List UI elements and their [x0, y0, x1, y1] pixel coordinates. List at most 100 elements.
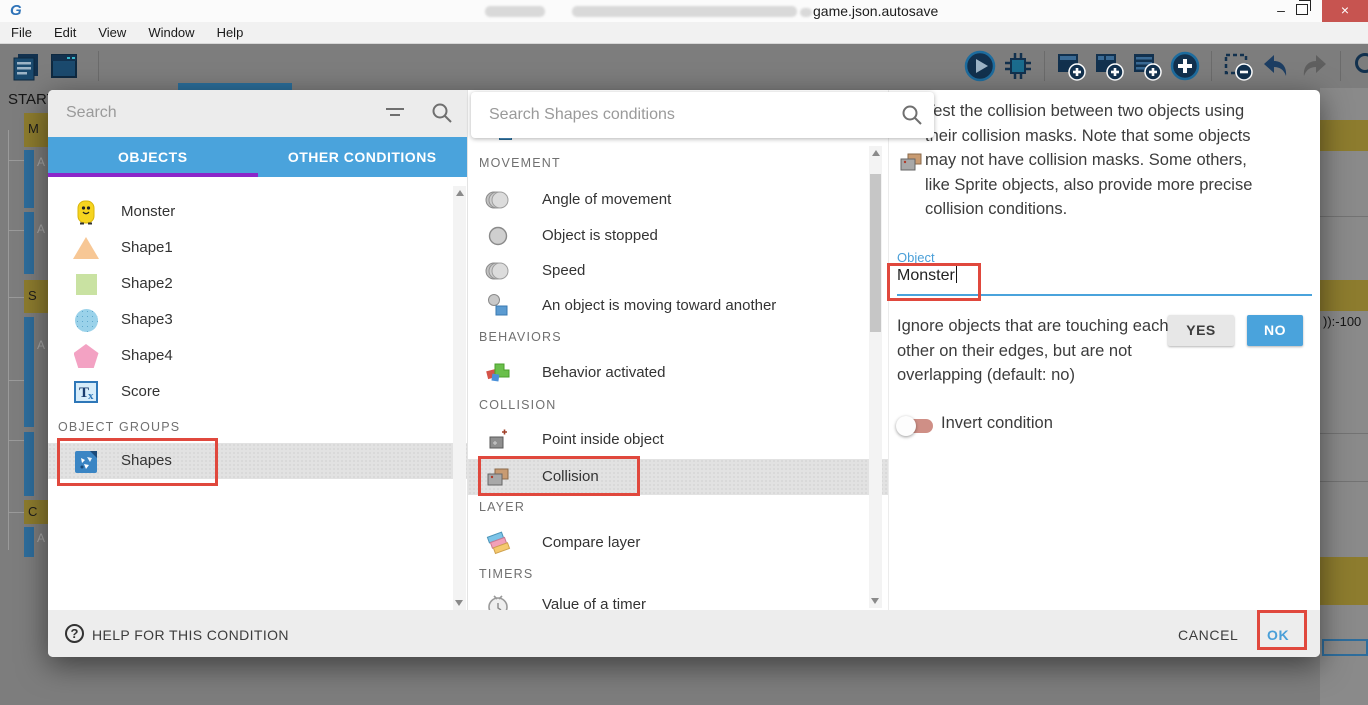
object-moving-toward-icon: [484, 293, 512, 319]
scroll-down-arrow[interactable]: [871, 598, 879, 604]
event-comment-fragment: [1320, 280, 1368, 311]
help-link[interactable]: HELP FOR THIS CONDITION: [92, 627, 289, 643]
scroll-down-arrow[interactable]: [455, 600, 463, 606]
event-row-separator: [1320, 481, 1368, 482]
object-label: Shape1: [121, 239, 173, 256]
object-row-shape1[interactable]: Shape1: [48, 230, 467, 266]
annotation-box-object-field: [887, 263, 981, 301]
event-text-fragment: A: [37, 222, 45, 236]
add-circle-icon[interactable]: [1169, 50, 1201, 82]
object-label: Score: [121, 383, 160, 400]
condition-row-behavior-activated[interactable]: Behavior activated: [468, 355, 888, 391]
object-label: Shape4: [121, 347, 173, 364]
search-icon[interactable]: [901, 104, 923, 126]
event-selected-action-outline: [1322, 639, 1368, 656]
condition-row-compare-layer[interactable]: Compare layer: [468, 525, 888, 561]
restore-button[interactable]: [1296, 4, 1308, 15]
event-row-fragment: [1320, 88, 1368, 120]
redo-icon[interactable]: [1298, 50, 1330, 82]
conditions-search-input[interactable]: [489, 102, 849, 128]
preview-window-icon[interactable]: [48, 50, 80, 82]
scrollbar-thumb[interactable]: [870, 174, 881, 332]
add-subevent-icon[interactable]: [1093, 50, 1125, 82]
redacted-title-block: [800, 8, 812, 17]
conditions-list-scrollbar[interactable]: [869, 146, 882, 608]
section-header-behaviors: BEHAVIORS: [479, 330, 562, 344]
object-row-shape4[interactable]: Shape4: [48, 338, 467, 374]
event-comment-row: C: [24, 500, 48, 524]
object-label: Shape2: [121, 275, 173, 292]
menu-window[interactable]: Window: [137, 25, 205, 40]
scroll-up-arrow[interactable]: [456, 190, 464, 196]
menu-help[interactable]: Help: [206, 25, 255, 40]
delete-selection-icon[interactable]: [1222, 50, 1254, 82]
square-icon: [71, 270, 101, 298]
events-editor-tab: [178, 83, 292, 90]
menu-file[interactable]: File: [0, 25, 43, 40]
condition-label: Object is stopped: [542, 227, 658, 244]
point-inside-object-icon: [484, 427, 512, 453]
condition-row-object-is-stopped[interactable]: Object is stopped: [468, 218, 888, 254]
condition-row-value-of-timer[interactable]: Value of a timer: [468, 587, 888, 610]
no-button[interactable]: NO: [1247, 315, 1303, 346]
gdevelop-logo-icon: G: [10, 2, 28, 20]
close-button[interactable]: ×: [1322, 0, 1368, 22]
minimize-button[interactable]: –: [1268, 0, 1294, 22]
event-tree-tick: [8, 160, 24, 161]
object-row-score[interactable]: Tx Score: [48, 374, 467, 410]
event-comment-fragment: [1320, 557, 1368, 605]
menu-view[interactable]: View: [87, 25, 137, 40]
annotation-box-shapes-group: [57, 438, 218, 486]
event-row-fragment: [1320, 311, 1368, 557]
condition-row-point-inside-object[interactable]: Point inside object: [468, 422, 888, 458]
tab-other-conditions[interactable]: OTHER CONDITIONS: [258, 137, 468, 177]
cancel-button[interactable]: CANCEL: [1178, 627, 1238, 643]
objects-list-scrollbar[interactable]: [453, 186, 466, 610]
search-icon[interactable]: [431, 102, 453, 124]
pentagon-icon: [71, 342, 101, 370]
event-comment-row: S: [24, 280, 48, 313]
dotted-circle-icon: [71, 306, 101, 334]
window-title: game.json.autosave: [813, 3, 938, 19]
scene-list-icon[interactable]: [10, 50, 42, 82]
objects-search-input[interactable]: [66, 100, 356, 126]
condition-row-moving-toward[interactable]: An object is moving toward another: [468, 288, 888, 324]
condition-label: Compare layer: [542, 534, 640, 551]
event-tree-line: [8, 130, 9, 550]
undo-icon[interactable]: [1260, 50, 1292, 82]
add-comment-icon[interactable]: [1131, 50, 1163, 82]
event-text-fragment: A: [37, 531, 45, 545]
yes-button[interactable]: YES: [1168, 315, 1234, 346]
conditions-search-bar: [471, 92, 934, 138]
redacted-title-block: [572, 6, 797, 17]
event-text-fragment: A: [37, 155, 45, 169]
object-row-monster[interactable]: Monster: [48, 194, 467, 230]
event-comment-row: M: [24, 113, 48, 147]
invert-condition-label: Invert condition: [941, 414, 1053, 433]
help-icon[interactable]: ?: [65, 624, 84, 643]
event-row-separator: [1320, 433, 1368, 434]
event-tree-tick: [8, 512, 24, 513]
object-stopped-icon: [484, 223, 512, 249]
event-tree-tick: [8, 440, 24, 441]
add-event-icon[interactable]: [1055, 50, 1087, 82]
invert-condition-toggle[interactable]: [899, 419, 933, 433]
search-icon[interactable]: [1351, 50, 1368, 82]
filter-icon[interactable]: [384, 105, 406, 121]
condition-row-angle-of-movement[interactable]: Angle of movement: [468, 182, 888, 218]
object-label: Shape3: [121, 311, 173, 328]
menu-edit[interactable]: Edit: [43, 25, 87, 40]
event-text-fragment: )):-100: [1323, 314, 1361, 329]
scroll-up-arrow[interactable]: [872, 150, 880, 156]
object-row-shape2[interactable]: Shape2: [48, 266, 467, 302]
angle-of-movement-icon: [484, 187, 512, 213]
annotation-box-ok-button: [1257, 610, 1307, 650]
play-icon[interactable]: [964, 50, 996, 82]
object-row-shape3[interactable]: Shape3: [48, 302, 467, 338]
object-label: Monster: [121, 203, 175, 220]
condition-row-speed[interactable]: Speed: [468, 253, 888, 289]
tab-objects[interactable]: OBJECTS: [48, 137, 258, 177]
debug-icon[interactable]: [1002, 50, 1034, 82]
monster-icon: [71, 198, 101, 226]
event-tree-tick: [8, 380, 24, 381]
